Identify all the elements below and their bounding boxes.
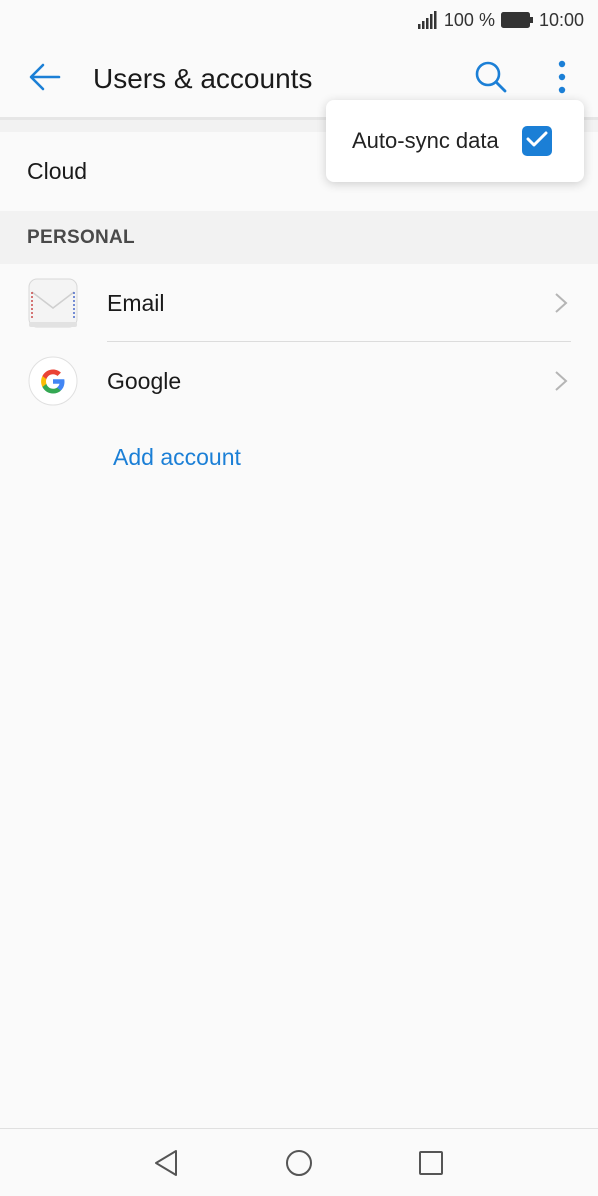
nav-recents-button[interactable] xyxy=(413,1147,449,1183)
nav-home-button[interactable] xyxy=(281,1147,317,1183)
add-account-button[interactable]: Add account xyxy=(113,444,241,471)
nav-back-button[interactable] xyxy=(148,1147,184,1183)
checkmark-icon xyxy=(526,130,548,153)
circle-home-icon xyxy=(284,1148,314,1183)
search-button[interactable] xyxy=(468,56,514,102)
battery-icon xyxy=(500,12,533,28)
triangle-back-icon xyxy=(152,1148,180,1183)
screen: 100 % 10:00 Users & accounts Cloud PERSO… xyxy=(0,0,598,1196)
account-item-email[interactable]: Email xyxy=(0,264,598,342)
more-options-button[interactable] xyxy=(540,56,584,102)
chevron-right-icon xyxy=(553,291,569,315)
menu-item-auto-sync-label[interactable]: Auto-sync data xyxy=(352,128,499,154)
back-button[interactable] xyxy=(0,40,90,118)
email-envelope-icon xyxy=(28,278,78,328)
google-logo-icon xyxy=(28,356,78,406)
chevron-right-icon xyxy=(553,369,569,393)
arrow-left-icon xyxy=(29,63,61,96)
more-vert-icon xyxy=(558,60,566,99)
square-recents-icon xyxy=(417,1149,445,1182)
account-label-google: Google xyxy=(107,367,182,394)
page-title: Users & accounts xyxy=(93,63,313,94)
search-icon xyxy=(474,60,508,99)
battery-percent: 100 % xyxy=(443,9,495,30)
cloud-label: Cloud xyxy=(27,158,88,184)
section-header-personal: PERSONAL xyxy=(0,211,598,264)
status-time: 10:00 xyxy=(538,9,584,30)
auto-sync-checkbox[interactable] xyxy=(522,126,552,156)
status-bar: 100 % 10:00 xyxy=(0,0,598,40)
overflow-menu: Auto-sync data xyxy=(326,100,584,182)
account-item-google[interactable]: Google xyxy=(0,342,598,420)
signal-icon xyxy=(417,11,438,29)
section-header-label: PERSONAL xyxy=(27,226,135,248)
system-nav-bar xyxy=(0,1128,598,1196)
account-label-email: Email xyxy=(107,289,165,316)
